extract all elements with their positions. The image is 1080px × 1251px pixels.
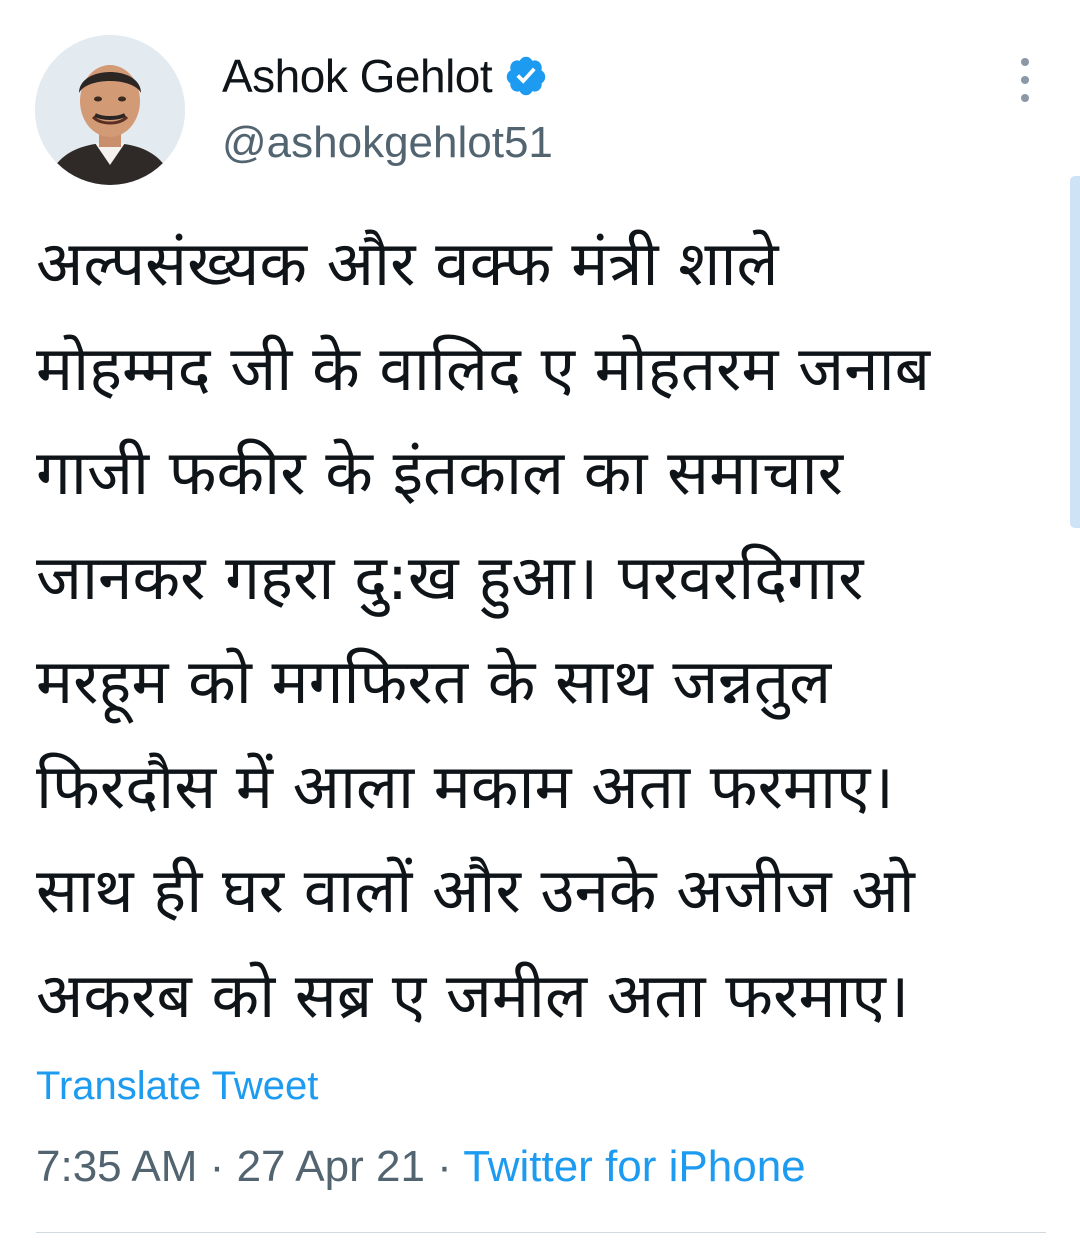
tweet-detail: Ashok Gehlot @ashokgehlot51 अल्पसंख्यक औ… bbox=[0, 0, 1080, 1251]
tweet-source-link[interactable]: Twitter for iPhone bbox=[463, 1142, 805, 1191]
tweet-text: अल्पसंख्यक और वक्फ मंत्री शाले मोहम्मद ज… bbox=[36, 212, 1046, 1048]
tweet-text-line: मरहूम को मगफिरत के साथ जन्नतुल bbox=[36, 645, 832, 718]
tweet-text-line: अल्पसंख्यक और वक्फ मंत्री शाले bbox=[36, 227, 779, 300]
avatar[interactable] bbox=[35, 35, 185, 185]
translate-tweet-link[interactable]: Translate Tweet bbox=[36, 1064, 318, 1109]
tweet-text-line: मोहम्मद जी के वालिद ए मोहतरम जनाब bbox=[36, 331, 931, 405]
avatar-image bbox=[35, 35, 185, 185]
author-name-row: Ashok Gehlot bbox=[222, 46, 548, 106]
more-dot bbox=[1021, 94, 1029, 102]
author-handle[interactable]: @ashokgehlot51 bbox=[222, 118, 553, 168]
more-dot bbox=[1021, 58, 1029, 66]
more-options-icon[interactable] bbox=[1005, 58, 1045, 102]
tweet-text-line: साथ ही घर वालों और उनके अजीज ओ bbox=[36, 854, 915, 927]
divider bbox=[36, 1232, 1046, 1233]
meta-separator: · bbox=[437, 1142, 464, 1191]
author-display-name[interactable]: Ashok Gehlot bbox=[222, 49, 493, 103]
tweet-meta: 7:35 AM · 27 Apr 21 · Twitter for iPhone bbox=[36, 1142, 806, 1192]
meta-separator: · bbox=[209, 1142, 237, 1191]
tweet-text-line: गाजी फकीर के इंतकाल का समाचार bbox=[36, 436, 844, 509]
scrollbar[interactable] bbox=[1070, 176, 1080, 528]
more-dot bbox=[1021, 76, 1029, 84]
tweet-time[interactable]: 7:35 AM bbox=[36, 1142, 197, 1191]
tweet-text-line: अकरब को सब्र ए जमील अता फरमाए। bbox=[36, 958, 910, 1032]
tweet-text-line: जानकर गहरा दु:ख हुआ। परवरदिगार bbox=[36, 540, 864, 614]
tweet-text-line: फिरदौस में आला मकाम अता फरमाए। bbox=[36, 749, 894, 823]
tweet-date[interactable]: 27 Apr 21 bbox=[237, 1142, 425, 1191]
verified-badge-icon bbox=[506, 56, 546, 96]
